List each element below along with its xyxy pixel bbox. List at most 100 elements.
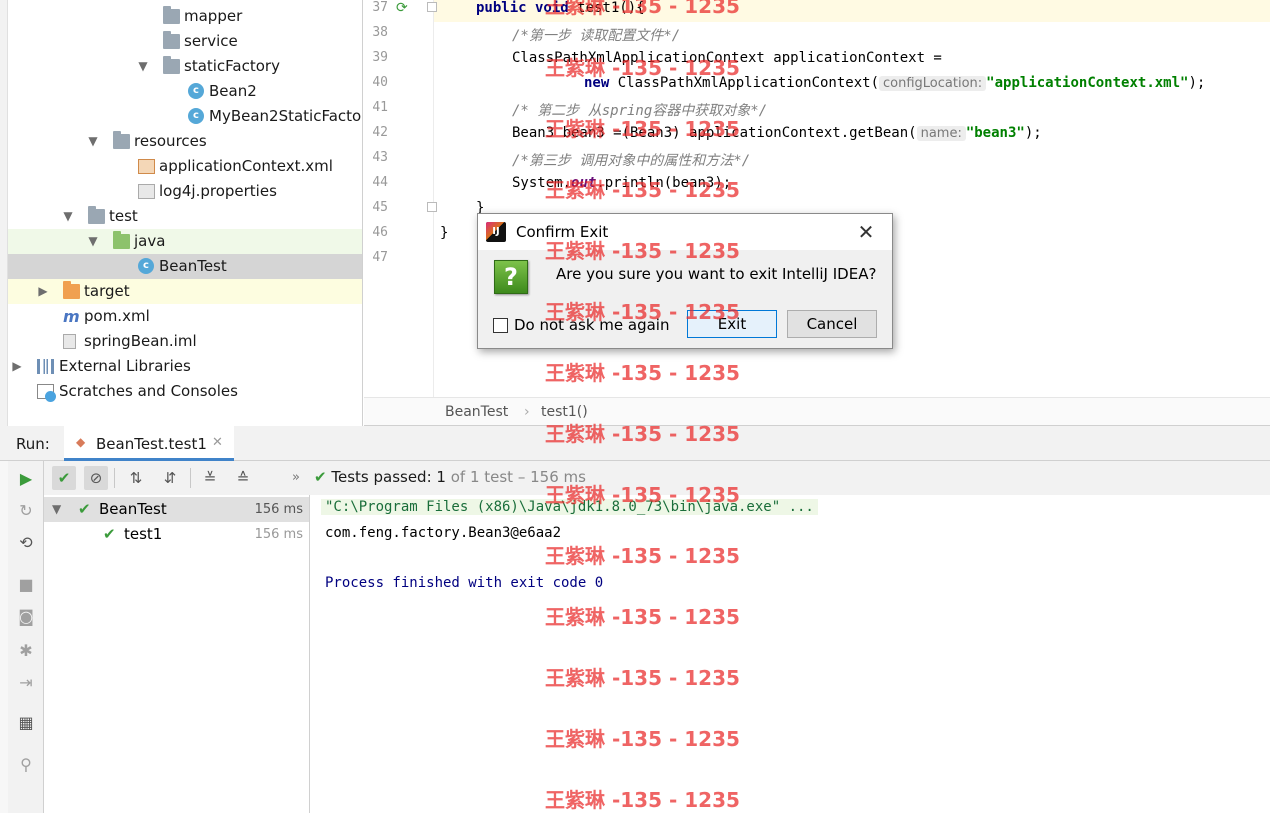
run-icon[interactable]: ▶ — [16, 469, 36, 489]
camera-icon[interactable]: ◙ — [16, 607, 36, 627]
tree-item-pom-xml[interactable]: m pom.xml — [8, 304, 362, 329]
tree-item-label: pom.xml — [84, 307, 150, 325]
project-tree: mapper service ▼ staticFactory c Bean2 c… — [0, 0, 363, 426]
class-icon: c — [188, 83, 204, 99]
checkbox-label[interactable]: Do not ask me again — [514, 316, 669, 334]
test-suite-row[interactable]: ▼ ✔ BeanTest 156 ms — [44, 497, 309, 522]
tree-item-target[interactable]: ▶ target — [8, 279, 362, 304]
tree-item-mybean2staticfactory[interactable]: c MyBean2StaticFactor — [8, 104, 362, 129]
do-not-ask-checkbox[interactable] — [493, 318, 508, 333]
tool-window-stripe — [0, 0, 8, 426]
line-number: 41 — [372, 100, 388, 115]
toggle-auto-test-icon[interactable]: ⟲ — [16, 533, 36, 553]
code-text: System. — [512, 175, 572, 191]
code-keyword: new — [584, 75, 618, 91]
tree-item-applicationcontext-xml[interactable]: applicationContext.xml — [8, 154, 362, 179]
breadcrumb-item[interactable]: test1() — [541, 398, 588, 426]
exit-button[interactable]: Exit — [687, 310, 777, 338]
close-icon[interactable]: ✕ — [854, 220, 878, 244]
code-static-field: out — [571, 175, 597, 191]
folder-icon — [163, 56, 180, 74]
passed-check-icon: ✔ — [103, 525, 116, 543]
run-tool-window-header: Run: ◆ BeanTest.test1 ✕ — [0, 426, 1270, 461]
line-number: 39 — [372, 50, 388, 65]
test-sources-folder-icon — [113, 231, 130, 249]
tree-item-scratches[interactable]: Scratches and Consoles — [8, 379, 362, 404]
show-ignored-icon[interactable]: ⊘ — [84, 466, 108, 490]
test-case-row[interactable]: ✔ test1 156 ms — [44, 522, 309, 547]
sort-by-duration-icon[interactable]: ⇵ — [158, 466, 182, 490]
test-duration: 156 ms — [254, 527, 303, 542]
tree-item-resources[interactable]: ▼ resources — [8, 129, 362, 154]
layout-icon[interactable]: ▦ — [16, 713, 36, 733]
tree-item-test[interactable]: ▼ test — [8, 204, 362, 229]
chevron-down-icon[interactable]: ▼ — [61, 204, 75, 229]
chevron-down-icon[interactable]: ▼ — [86, 229, 100, 254]
code-line-37: public void test1(){ — [476, 0, 645, 16]
code-line-46: } — [440, 225, 449, 241]
fold-icon[interactable] — [427, 2, 437, 12]
tree-item-beantest[interactable]: c BeanTest — [8, 254, 362, 279]
sort-alphabetically-icon[interactable]: ⇅ — [124, 466, 148, 490]
tree-item-external-libraries[interactable]: ▶ External Libraries — [8, 354, 362, 379]
rerun-failed-icon[interactable]: ↻ — [16, 501, 36, 521]
tree-item-mapper[interactable]: mapper — [8, 4, 362, 29]
collapse-all-icon[interactable]: ≙ — [231, 466, 255, 490]
folder-icon — [163, 6, 180, 24]
pin-icon[interactable]: ⚲ — [16, 755, 36, 775]
console-command-line[interactable]: "C:\Program Files (x86)\Java\jdk1.8.0_73… — [321, 499, 818, 515]
intellij-app-icon: IJ — [486, 222, 506, 242]
app-icon-letter: IJ — [492, 226, 500, 237]
tree-item-staticfactory[interactable]: ▼ staticFactory — [8, 54, 362, 79]
chevron-right-icon[interactable]: ▶ — [10, 354, 24, 379]
expand-all-icon[interactable]: ≚ — [198, 466, 222, 490]
toolbar-separator — [114, 468, 115, 488]
folder-icon — [163, 31, 180, 49]
confirm-exit-dialog: IJ Confirm Exit ✕ ? Are you sure you wan… — [477, 213, 893, 349]
tree-item-label: springBean.iml — [84, 332, 197, 350]
tests-status-suffix: of 1 test – 156 ms — [445, 468, 586, 486]
breadcrumb-item[interactable]: BeanTest — [445, 398, 508, 426]
cancel-button[interactable]: Cancel — [787, 310, 877, 338]
tree-item-label: service — [184, 32, 238, 50]
show-passed-icon[interactable]: ✔ — [52, 466, 76, 490]
code-text: .println(bean3); — [596, 175, 732, 191]
maven-icon: m — [63, 307, 80, 326]
test-runner-toolbar: ✔ ⊘ ⇅ ⇵ ≚ ≙ » ✔ Tests passed: 1 of 1 tes… — [44, 461, 1270, 495]
module-file-icon — [63, 334, 76, 349]
tree-item-service[interactable]: service — [8, 29, 362, 54]
import-test-icon[interactable]: ⇥ — [16, 673, 36, 693]
test-name: test1 — [124, 525, 163, 543]
stop-icon[interactable]: ■ — [16, 575, 36, 595]
code-keyword: public void — [476, 0, 578, 16]
line-number: 37 — [372, 0, 388, 15]
line-number: 44 — [372, 175, 388, 190]
test-class-icon: c — [138, 258, 154, 274]
tree-item-java[interactable]: ▼ java — [8, 229, 362, 254]
console-output[interactable]: "C:\Program Files (x86)\Java\jdk1.8.0_73… — [311, 495, 1270, 813]
chevron-down-icon[interactable]: ▼ — [136, 54, 150, 79]
tree-item-label: log4j.properties — [159, 182, 277, 200]
class-icon: c — [188, 108, 204, 124]
test-results-tree: ▼ ✔ BeanTest 156 ms ✔ test1 156 ms — [44, 495, 310, 813]
run-test-gutter-icon[interactable]: ⟳ — [396, 0, 408, 16]
more-icon[interactable]: » — [284, 466, 308, 490]
tree-item-bean2[interactable]: c Bean2 — [8, 79, 362, 104]
tree-item-log4j-properties[interactable]: log4j.properties — [8, 179, 362, 204]
tree-item-label: target — [84, 282, 130, 300]
tree-item-springbean-iml[interactable]: springBean.iml — [8, 329, 362, 354]
parameter-hint: name: — [916, 126, 966, 141]
tree-item-label: staticFactory — [184, 57, 280, 75]
fold-icon[interactable] — [427, 202, 437, 212]
folder-icon — [88, 206, 105, 224]
dialog-titlebar: IJ Confirm Exit ✕ — [478, 214, 892, 250]
tests-passed-count: 1 — [436, 468, 446, 486]
bug-icon[interactable]: ✱ — [16, 641, 36, 661]
resources-folder-icon — [113, 131, 130, 149]
code-string: "bean3" — [965, 125, 1025, 141]
tab-run-configuration[interactable]: ◆ BeanTest.test1 ✕ — [64, 426, 234, 461]
chevron-down-icon[interactable]: ▼ — [52, 497, 61, 522]
close-icon[interactable]: ✕ — [212, 435, 223, 450]
chevron-right-icon[interactable]: ▶ — [36, 279, 50, 304]
chevron-down-icon[interactable]: ▼ — [86, 129, 100, 154]
